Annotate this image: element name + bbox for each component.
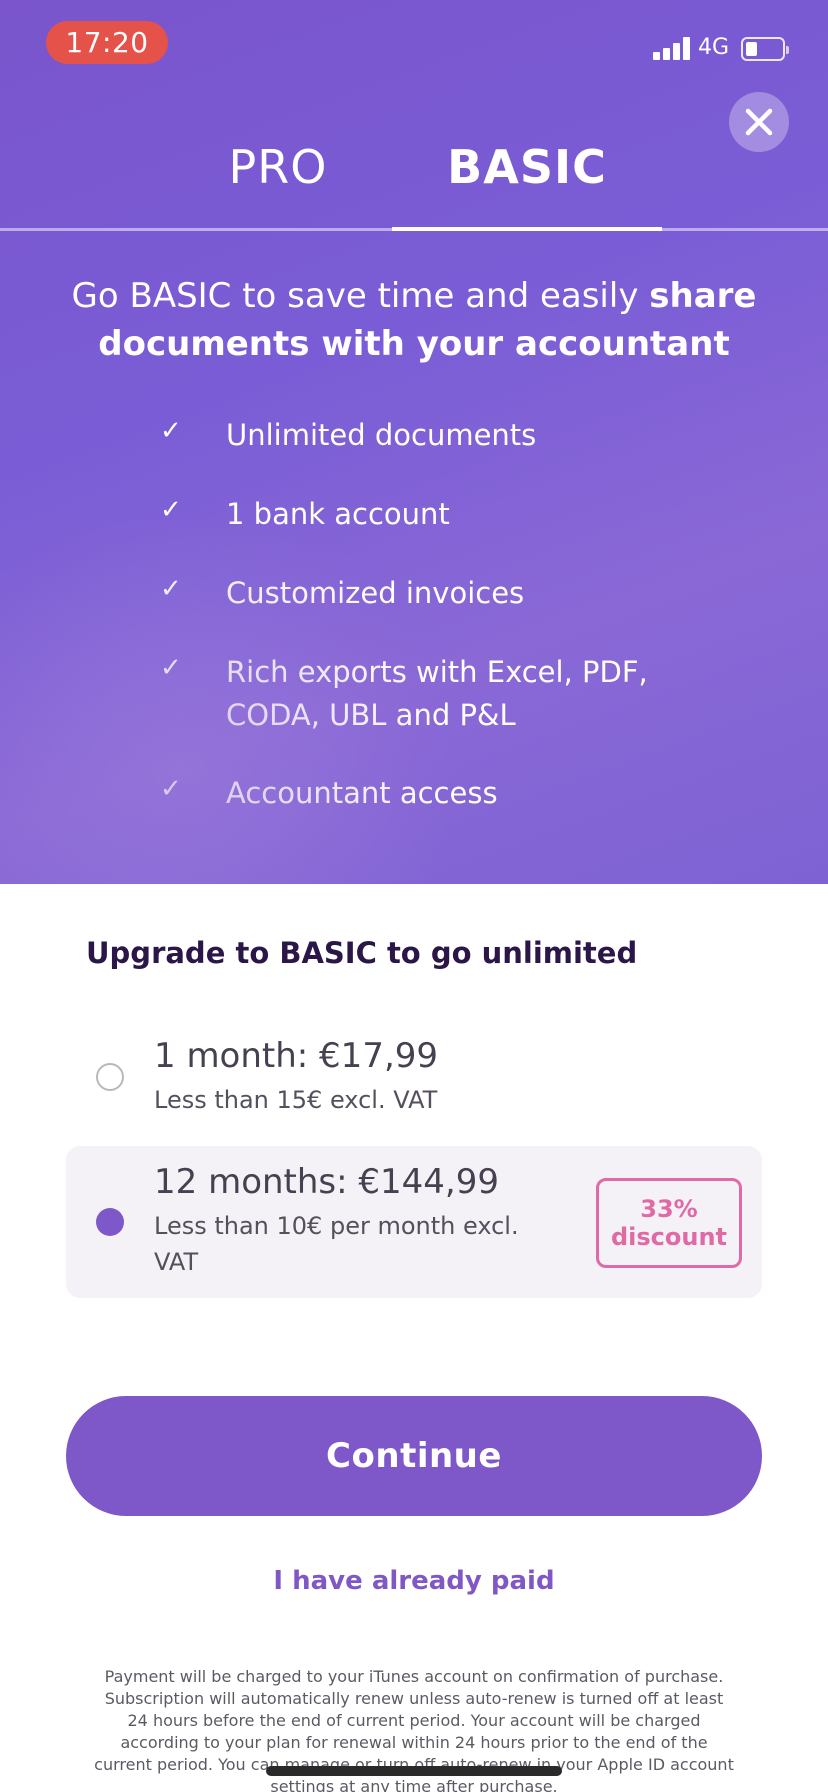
upgrade-title: Upgrade to BASIC to go unlimited xyxy=(86,936,638,970)
check-icon: ✓ xyxy=(160,416,182,446)
plan-title: 12 months: €144,99 xyxy=(154,1162,499,1202)
close-icon xyxy=(745,108,773,136)
headline: Go BASIC to save time and easily share d… xyxy=(40,272,788,368)
feature-label: 1 bank account xyxy=(226,497,450,531)
headline-normal: Go BASIC to save time and easily xyxy=(71,276,650,316)
discount-percent: 33% xyxy=(640,1195,698,1223)
discount-label: discount xyxy=(610,1223,728,1251)
feature-label: Accountant access xyxy=(226,776,498,810)
signal-icon xyxy=(653,36,691,60)
plan-tabs: PRO BASIC xyxy=(0,140,828,232)
plan-subtitle: Less than 15€ excl. VAT xyxy=(154,1086,438,1114)
tab-pro[interactable]: PRO xyxy=(192,140,364,232)
upgrade-hero: 17:20 4G PRO BASIC Go BASIC to save time… xyxy=(0,0,828,884)
radio-button[interactable] xyxy=(96,1063,124,1091)
continue-button[interactable]: Continue xyxy=(66,1396,762,1516)
plan-subtitle: Less than 10€ per month excl. VAT xyxy=(154,1212,519,1276)
status-time: 17:20 xyxy=(46,21,168,64)
radio-button-selected[interactable] xyxy=(96,1208,124,1236)
feature-label: Customized invoices xyxy=(226,576,525,610)
network-type: 4G xyxy=(698,35,730,60)
check-icon: ✓ xyxy=(160,495,182,525)
plan-option-monthly[interactable]: 1 month: €17,99 Less than 15€ excl. VAT xyxy=(66,1020,762,1140)
tab-active-indicator xyxy=(392,227,662,231)
plan-option-yearly[interactable]: 12 months: €144,99 Less than 10€ per mon… xyxy=(66,1146,762,1298)
check-icon: ✓ xyxy=(160,774,182,804)
tab-basic[interactable]: BASIC xyxy=(392,140,662,232)
plan-title: 1 month: €17,99 xyxy=(154,1036,439,1076)
battery-icon xyxy=(741,37,789,61)
check-icon: ✓ xyxy=(160,574,182,604)
check-icon: ✓ xyxy=(160,653,182,683)
home-indicator[interactable] xyxy=(266,1766,562,1776)
discount-badge: 33% discount xyxy=(596,1178,742,1268)
already-paid-link[interactable]: I have already paid xyxy=(0,1566,828,1596)
feature-label: Unlimited documents xyxy=(226,418,537,452)
feature-label: Rich exports with Excel, PDF, CODA, UBL … xyxy=(226,655,648,732)
